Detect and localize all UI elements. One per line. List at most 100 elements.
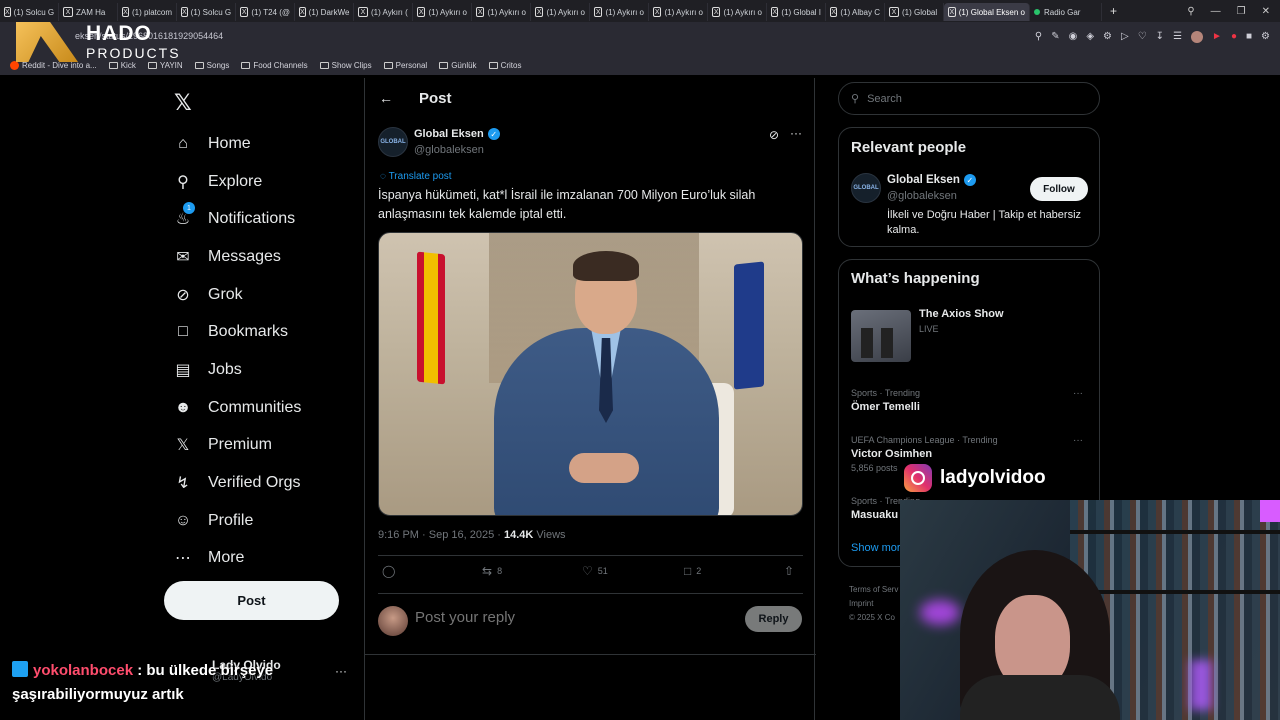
trend-category: Sports · Trending: [851, 388, 921, 398]
x-favicon-icon: X: [417, 7, 426, 17]
browser-tab[interactable]: Radio Gar: [1030, 3, 1102, 21]
trend-item[interactable]: Sports · Trending Ömer Temelli ···: [851, 388, 1091, 416]
browser-tab-bar: X (1) Solcu G X ZAM Ha X (1) platcom X (1) Solc…: [0, 0, 1280, 22]
footer-terms[interactable]: Terms of Serv: [849, 583, 898, 597]
nav-label: More: [208, 549, 245, 567]
browser-tab[interactable]: X (1) Aykırı o: [531, 3, 590, 21]
trend-more-icon[interactable]: ···: [1073, 435, 1083, 446]
share-action[interactable]: ⇧: [784, 564, 794, 578]
grok-icon[interactable]: ⊘: [769, 128, 779, 142]
author-handle[interactable]: @globaleksen: [414, 144, 484, 156]
browser-tab[interactable]: X (1) Aykırı o: [649, 3, 708, 21]
back-arrow-icon[interactable]: ←: [379, 90, 393, 106]
browser-tab[interactable]: X (1) Aykırı o: [413, 3, 472, 21]
nav-item-verified-orgs[interactable]: ↯ Verified Orgs: [172, 464, 301, 502]
shield-icon[interactable]: ◈: [1086, 31, 1094, 43]
extension-icon[interactable]: ⚙: [1103, 31, 1112, 43]
browser-tab[interactable]: X (1) DarkWe: [295, 3, 354, 21]
account-more-icon[interactable]: ···: [335, 664, 347, 678]
nav-item-premium[interactable]: 𝕏 Premium: [172, 427, 301, 465]
person-handle[interactable]: @globaleksen: [887, 190, 957, 202]
nav-item-profile[interactable]: ☺ Profile: [172, 502, 301, 540]
browser-tab[interactable]: X (1) Global: [885, 3, 944, 21]
repost-action[interactable]: ⇆ 8: [482, 564, 502, 578]
download-icon[interactable]: ↧: [1156, 31, 1164, 43]
reply-button[interactable]: Reply: [745, 606, 802, 632]
envelope-icon: ✉: [176, 248, 190, 266]
minimize-icon[interactable]: —: [1211, 6, 1221, 17]
vpn-icon[interactable]: ►: [1212, 31, 1222, 43]
x-logo[interactable]: 𝕏: [174, 90, 192, 116]
new-tab-button[interactable]: +: [1110, 4, 1117, 18]
heart-icon[interactable]: ♡: [1138, 31, 1147, 43]
browser-tab[interactable]: X (1) T24 (@: [236, 3, 295, 21]
bookmark-item[interactable]: Personal: [383, 61, 427, 70]
footer-imprint[interactable]: Imprint: [849, 597, 898, 611]
search-box[interactable]: ⚲ Search: [838, 82, 1100, 115]
nav-item-more[interactable]: ⋯ More: [172, 540, 301, 578]
browser-tab[interactable]: X (1) Solcu G: [177, 3, 236, 21]
search-tabs-icon[interactable]: ⚲: [1187, 6, 1194, 17]
play-icon[interactable]: ▷: [1121, 31, 1129, 43]
author-name[interactable]: Global Eksen ✓: [414, 128, 500, 140]
bookmark-item[interactable]: Günlük: [439, 61, 477, 70]
primary-nav: ⌂ Home ⚲ Explore ♨ Notifications ✉ Messages ⊘ Gro…: [172, 125, 302, 578]
browser-tab[interactable]: X (1) Global Eksen o: [944, 3, 1030, 21]
menu-icon[interactable]: ☰: [1173, 31, 1182, 43]
post-button[interactable]: Post: [164, 581, 339, 620]
live-show-title[interactable]: The Axios Show: [919, 308, 1004, 320]
browser-tab[interactable]: X (1) Aykırı o: [472, 3, 531, 21]
profile-avatar[interactable]: [1191, 31, 1204, 43]
bookmark-item[interactable]: Critos: [488, 61, 521, 70]
post-time[interactable]: 9:16 PM · Sep 16, 2025 ·: [378, 529, 504, 541]
clasped-hands: [569, 453, 639, 483]
settings-icon[interactable]: ⚙: [1261, 31, 1270, 43]
rec-icon[interactable]: ●: [1231, 31, 1237, 43]
author-avatar[interactable]: GLOBAL: [378, 127, 408, 157]
bookmark-action[interactable]: □ 2: [684, 564, 701, 578]
show-more-link[interactable]: Show more: [851, 542, 907, 554]
nav-item-communities[interactable]: ☻ Communities: [172, 389, 302, 427]
trend-more-icon[interactable]: ···: [1073, 388, 1083, 399]
person-avatar[interactable]: GLOBAL: [851, 173, 881, 203]
people-icon: ☻: [174, 398, 192, 416]
bookmark-item[interactable]: Songs: [194, 61, 229, 70]
browser-tab[interactable]: X (1) Global I: [767, 3, 826, 21]
camera-icon[interactable]: ◉: [1069, 31, 1078, 43]
tab-label: (1) platcom: [131, 7, 172, 17]
address-bar: eksen/status/1968016181929054464 ⚲ ✎ ◉ ◈…: [0, 22, 1280, 56]
divider: [365, 654, 816, 655]
follow-button[interactable]: Follow: [1030, 177, 1088, 201]
browser-tab[interactable]: X (1) Aykırı o: [590, 3, 649, 21]
nav-item-explore[interactable]: ⚲ Explore: [172, 163, 301, 201]
translate-post-link[interactable]: ◌ Translate post: [380, 171, 452, 182]
reply-action[interactable]: ◯: [382, 564, 400, 578]
verified-badge-icon: ✓: [963, 174, 976, 186]
browser-tab[interactable]: X (1) Aykırı (: [354, 3, 413, 21]
nav-item-messages[interactable]: ✉ Messages: [172, 238, 301, 276]
shelf-line: [1070, 530, 1280, 534]
search-icon: ⚲: [851, 93, 860, 105]
tab-label: Radio Gar: [1044, 7, 1081, 17]
bookmark-item[interactable]: Show Clips: [319, 61, 372, 70]
post-image[interactable]: [378, 232, 803, 516]
close-window-icon[interactable]: ✕: [1262, 6, 1270, 17]
nav-item-bookmarks[interactable]: □ Bookmarks: [172, 313, 301, 351]
restore-icon[interactable]: ❐: [1237, 6, 1246, 17]
person-name[interactable]: Global Eksen ✓: [887, 174, 976, 186]
nav-item-jobs[interactable]: ▤ Jobs: [172, 351, 301, 389]
zoom-icon[interactable]: ⚲: [1035, 31, 1042, 43]
browser-tab[interactable]: X (1) Albay C: [826, 3, 885, 21]
nav-label: Verified Orgs: [208, 474, 301, 492]
nav-item-home[interactable]: ⌂ Home: [172, 125, 301, 163]
bookmark-item[interactable]: Food Channels: [241, 61, 308, 70]
more-options-icon[interactable]: ···: [790, 126, 802, 140]
live-show-thumbnail[interactable]: [851, 310, 911, 362]
nav-item-grok[interactable]: ⊘ Grok: [172, 276, 301, 314]
reply-input[interactable]: [415, 609, 715, 626]
notification-badge: 1: [183, 202, 195, 214]
edit-icon[interactable]: ✎: [1051, 31, 1059, 43]
browser-tab[interactable]: X (1) Aykırı o: [708, 3, 767, 21]
like-action[interactable]: ♡ 51: [582, 564, 608, 578]
puzzle-icon[interactable]: ■: [1246, 31, 1252, 43]
